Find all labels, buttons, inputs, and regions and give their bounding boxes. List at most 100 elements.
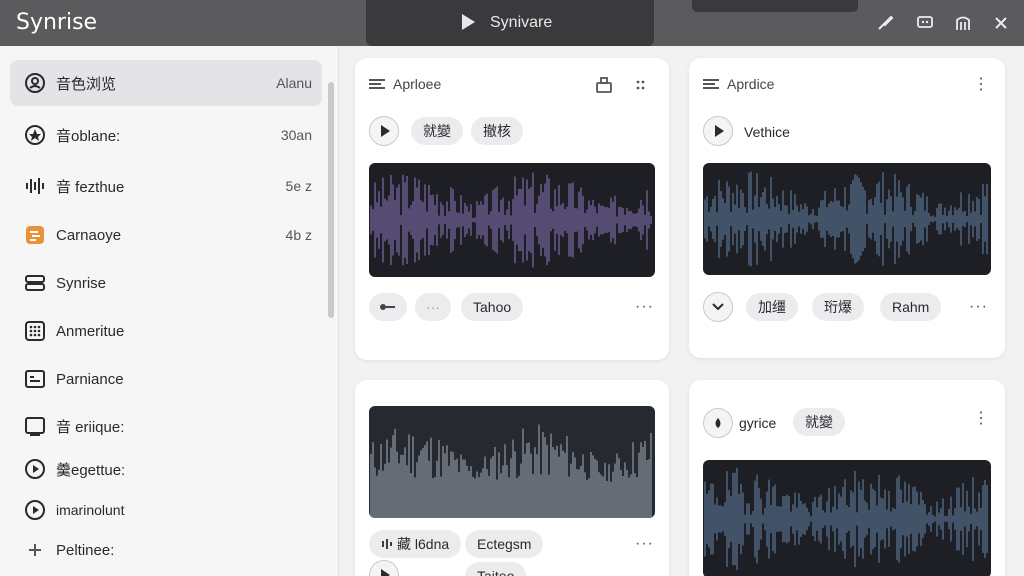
waveform-blue [704,171,988,267]
sidebar-item-label: Peltinee: [56,541,115,559]
play-circle-icon [24,458,46,480]
grid-icon [24,320,46,342]
more-options-icon[interactable]: ··· [635,298,654,316]
waveform-icon [24,175,46,197]
sound-card[interactable]: gyrice 就變 ⋮ [689,380,1005,576]
sidebar-item-label: Carnaoye [56,226,122,244]
sound-card[interactable]: 藏 l6dna Ectegsm ··· Taiteo [355,380,669,576]
sidebar-item-7[interactable]: Parniance [10,356,322,402]
waveform-display[interactable] [369,163,655,277]
sidebar-item-meta: 30an [280,127,312,143]
sidebar-item-meta: Alanu [276,75,312,91]
play-button[interactable] [369,116,399,146]
sound-card[interactable]: Aprdice ⋮ Vethice 加缰 珩爆 Rahm ··· [689,58,1005,358]
monitor-icon [24,415,46,437]
sidebar-item-8[interactable]: 音 eriique: [10,403,322,449]
card-subtitle: gyrice [739,415,777,431]
tag-chip[interactable]: Ectegsm [465,530,544,558]
chat-icon[interactable] [914,13,936,33]
sidebar-item-label: Anmeritue [56,322,125,340]
star-circle-icon [24,124,46,146]
play-icon[interactable] [462,14,475,30]
sidebar-scrollbar[interactable] [328,82,334,318]
card-subtitle: Vethice [744,124,790,140]
tag-chip[interactable]: 就變 [793,408,845,436]
sidebar-item-label: 音oblane: [56,127,121,145]
more-chip[interactable]: ··· [415,293,451,321]
sidebar-item-sound-browser[interactable]: 音色浏览 Alanu [10,60,322,106]
sidebar-item-3[interactable]: 音 fezthue 5e z [10,163,322,209]
sound-card[interactable]: Aprloee 就變 撤核 ··· Tahoo ··· [355,58,669,360]
waveform-display[interactable] [703,460,991,576]
user-circle-icon [24,72,46,94]
expand-button[interactable] [703,292,733,322]
waveform-gray [370,424,652,518]
now-playing-bar[interactable]: Synivare [366,0,654,46]
record-button[interactable] [703,408,733,438]
tag-chip[interactable]: Rahm [880,293,942,321]
document-icon [24,368,46,390]
tag-label: 藏 l6dna [397,536,450,552]
sidebar-item-label: 音 fezthue [56,178,125,196]
more-options-icon[interactable]: ··· [969,298,988,316]
more-vertical-icon[interactable]: ⋮ [973,408,989,428]
play-circle-icon [24,499,46,521]
brush-icon[interactable] [874,13,896,33]
stack-icon [24,272,46,294]
sidebar-item-label: 音色浏览 [56,75,117,93]
library-icon[interactable] [952,13,974,33]
app-title: Synrise [16,10,98,35]
card-title: Aprloee [393,76,442,92]
tag-chip[interactable]: 珩爆 [812,293,864,321]
menu-icon [703,79,719,89]
close-icon[interactable] [990,13,1012,33]
tag-chip[interactable]: 加缰 [746,293,798,321]
play-icon [380,569,390,576]
sidebar-item-6[interactable]: Anmeritue [10,308,322,354]
tag-chip[interactable]: 藏 l6dna [369,530,462,558]
tag-chip[interactable]: 就變 [411,117,463,145]
more-vertical-icon[interactable]: ⋮ [973,74,989,94]
tag-chip[interactable]: Tahoo [461,293,524,321]
card-title: Aprdice [727,76,775,92]
top-strip [692,0,858,12]
sidebar-item-5[interactable]: Synrise [10,260,322,306]
sidebar-item-label: Parniance [56,370,124,388]
waveform-blue-dense [704,467,988,571]
sidebar-item-meta: 5e z [285,178,312,194]
play-icon [714,125,724,137]
waveform-display[interactable] [369,406,655,518]
grid-dots-icon[interactable] [635,78,651,97]
chevron-down-icon [712,303,724,311]
sidebar-item-meta: 4b z [285,227,312,243]
title-bar: Synrise Synivare [0,0,1024,46]
sidebar-item-label: 羹egettue: [56,461,126,479]
plus-icon [24,539,46,561]
key-button[interactable] [369,293,407,321]
play-button[interactable] [703,116,733,146]
waveform-purple [370,172,652,268]
sidebar-item-11[interactable]: Peltinee: [10,527,322,573]
waveform-display[interactable] [703,163,991,275]
sidebar-item-label: 音 eriique: [56,418,125,436]
sidebar-item-9[interactable]: 羹egettue: [10,446,322,492]
play-button[interactable] [369,560,399,576]
orange-app-icon [24,224,46,246]
sidebar-divider [338,46,339,576]
sidebar-item-label: Synrise [56,274,107,292]
now-playing-label: Synivare [490,14,553,31]
menu-icon [369,79,385,89]
waveform-small-icon [382,539,392,549]
tag-chip[interactable]: Taiteo [465,562,527,576]
key-icon [380,304,395,310]
more-options-icon[interactable]: ··· [635,535,654,553]
sidebar-item-2[interactable]: 音oblane: 30an [10,112,322,158]
sidebar-item-4[interactable]: Carnaoye 4b z [10,212,322,258]
sampler-icon[interactable] [595,76,613,99]
sidebar-item-label: imarinolunt [56,502,125,518]
card-header: Aprdice [703,76,774,92]
play-icon [380,125,390,137]
tag-chip[interactable]: 撤核 [471,117,523,145]
drop-icon [715,418,721,428]
card-header: Aprloee [369,76,441,92]
